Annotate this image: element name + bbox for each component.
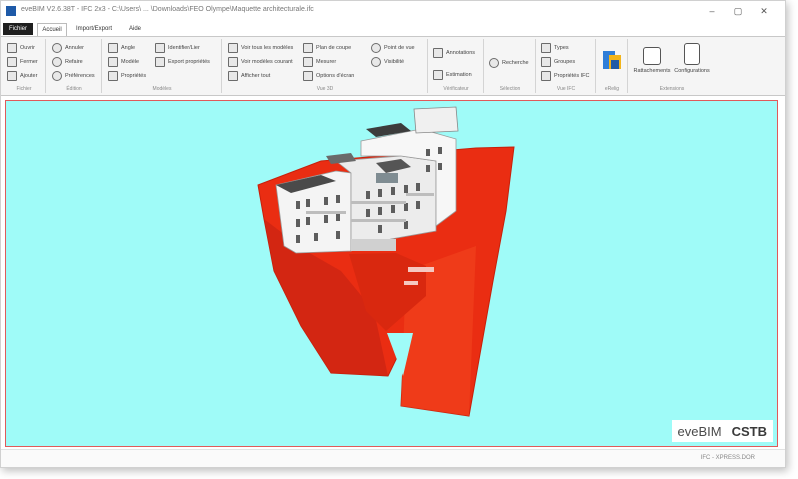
group-label: Sélection	[499, 86, 521, 92]
model-button[interactable]: Modèle	[108, 56, 139, 68]
configurations-button[interactable]: Configurations	[671, 43, 713, 74]
groups-button[interactable]: Groupes	[541, 56, 575, 68]
add-icon	[7, 71, 17, 81]
export-icon	[155, 57, 165, 67]
group-edition: Annuler Refaire Préférences Édition	[47, 39, 102, 93]
measure-button[interactable]: Mesurer	[303, 56, 336, 68]
show-current-model-button[interactable]: Voir modèles courant	[228, 56, 293, 68]
properties-icon	[108, 71, 118, 81]
tab-aide[interactable]: Aide	[123, 23, 147, 35]
ribbon: Ouvrir Fermer Ajouter Fichier Annuler Re…	[1, 36, 785, 96]
visibility-icon	[371, 57, 381, 67]
group-label: Vue 3D	[316, 86, 334, 92]
configuration-icon	[684, 43, 700, 65]
plinth	[351, 239, 396, 251]
redo-button[interactable]: Refaire	[52, 56, 83, 68]
group-fichier: Ouvrir Fermer Ajouter Fichier	[3, 39, 46, 93]
group-vue-ifc: Types Groupes Propriétés IFC Vue IFC	[537, 39, 596, 93]
undo-icon	[52, 43, 62, 53]
undo-button[interactable]: Annuler	[52, 42, 84, 54]
ramp-mark	[408, 267, 434, 272]
group-label: Vue IFC	[556, 86, 576, 92]
window-title: eveBIM V2.6.38T - IFC 2x3 - C:\Users\ ..…	[21, 6, 314, 13]
properties-button[interactable]: Propriétés	[108, 70, 146, 82]
group-verificateur: Annotations Estimation Vérificateur	[429, 39, 484, 93]
group-extensions: Rattachements Configurations Extensions	[629, 39, 715, 93]
types-icon	[541, 43, 551, 53]
attachment-icon	[643, 47, 661, 65]
search-icon	[489, 58, 499, 68]
group-label: Fichier	[16, 86, 32, 92]
app-window: eveBIM V2.6.38T - IFC 2x3 - C:\Users\ ..…	[0, 0, 786, 468]
ruler-icon	[303, 57, 313, 67]
angle-icon	[108, 43, 118, 53]
minimize-button[interactable]: –	[701, 4, 723, 18]
section-plane-button[interactable]: Plan de coupe	[303, 42, 351, 54]
brand-logo: eveBIM CSTB	[671, 420, 773, 442]
annotation-icon	[433, 48, 443, 58]
title-bar: eveBIM V2.6.38T - IFC 2x3 - C:\Users\ ..…	[1, 1, 785, 23]
add-button[interactable]: Ajouter	[7, 70, 37, 82]
estimation-icon	[433, 70, 443, 80]
maximize-button[interactable]: ▢	[727, 4, 749, 18]
group-label: Extensions	[659, 86, 685, 92]
erelig-icon	[603, 51, 621, 69]
status-bar: IFC - XPRESS.DOR	[1, 449, 785, 467]
search-button[interactable]: Recherche	[489, 57, 529, 69]
screen-options-button[interactable]: Options d'écran	[303, 70, 354, 82]
group-selection: Recherche Sélection	[485, 39, 536, 93]
model-icon	[108, 57, 118, 67]
status-text: IFC - XPRESS.DOR	[700, 455, 755, 461]
group-vue-3d: Voir tous les modèles Voir modèles coura…	[223, 39, 428, 93]
group-label: Vérificateur	[443, 86, 469, 92]
visibility-button[interactable]: Visibilité	[371, 56, 404, 68]
tab-import-export[interactable]: Import/Export	[69, 23, 119, 35]
types-button[interactable]: Types	[541, 42, 569, 54]
annotations-button[interactable]: Annotations	[433, 47, 475, 59]
identify-button[interactable]: Identifier/Lier	[155, 42, 200, 54]
group-label: Édition	[66, 86, 82, 92]
redo-icon	[52, 57, 62, 67]
close-button[interactable]: ✕	[753, 4, 775, 18]
groups-icon	[541, 57, 551, 67]
open-button[interactable]: Ouvrir	[7, 42, 35, 54]
group-erelig: eRelig	[597, 39, 628, 93]
section-plane-icon	[303, 43, 313, 53]
models-icon	[228, 43, 238, 53]
export-properties-button[interactable]: Export propriétés	[155, 56, 210, 68]
group-label: eRelig	[604, 86, 620, 92]
angle-button[interactable]: Angle	[108, 42, 135, 54]
open-icon	[7, 43, 17, 53]
close-icon	[7, 57, 17, 67]
app-icon	[6, 6, 16, 16]
glazing	[376, 173, 398, 183]
viewpoint-button[interactable]: Point de vue	[371, 42, 415, 54]
3d-model-render	[257, 106, 515, 417]
link-icon	[155, 43, 165, 53]
preferences-button[interactable]: Préférences	[52, 70, 95, 82]
erelig-button[interactable]	[602, 49, 622, 71]
eye-icon	[228, 71, 238, 81]
ramp-mark	[404, 281, 418, 285]
ribbon-tabs: Fichier Accueil Import/Export Aide	[1, 23, 785, 36]
attachments-button[interactable]: Rattachements	[633, 47, 671, 74]
show-all-models-button[interactable]: Voir tous les modèles	[228, 42, 293, 54]
viewpoint-icon	[371, 43, 381, 53]
group-modeles: Angle Modèle Propriétés Identifier/Lier …	[103, 39, 222, 93]
ifc-properties-icon	[541, 71, 551, 81]
tab-fichier[interactable]: Fichier	[3, 23, 33, 35]
estimation-button[interactable]: Estimation	[433, 69, 472, 81]
ifc-properties-button[interactable]: Propriétés IFC	[541, 70, 589, 82]
3d-viewport[interactable]: eveBIM CSTB	[5, 100, 778, 447]
product-name: eveBIM	[677, 423, 722, 439]
tab-accueil[interactable]: Accueil	[37, 23, 67, 36]
screen-icon	[303, 71, 313, 81]
gear-icon	[52, 71, 62, 81]
show-all-button[interactable]: Afficher tout	[228, 70, 270, 82]
company-logo: CSTB	[731, 423, 767, 439]
building-tower	[413, 106, 459, 134]
close-model-button[interactable]: Fermer	[7, 56, 38, 68]
group-label: Modèles	[152, 86, 172, 92]
model-icon	[228, 57, 238, 67]
